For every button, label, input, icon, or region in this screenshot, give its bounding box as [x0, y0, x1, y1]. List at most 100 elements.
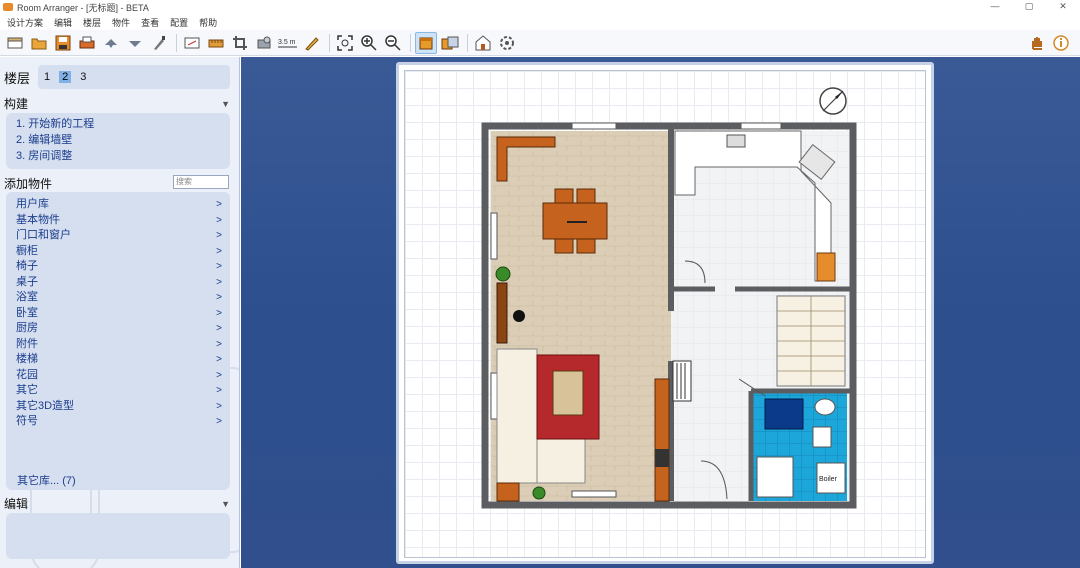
chair[interactable]	[576, 238, 596, 254]
new-file-icon[interactable]	[4, 32, 26, 54]
object-category-bedroom[interactable]: 卧室 >	[6, 306, 230, 322]
pencil-icon[interactable]	[301, 32, 323, 54]
plant-icon[interactable]	[532, 486, 546, 500]
menu-config[interactable]: 配置	[170, 16, 188, 29]
minimize-button[interactable]: —	[978, 0, 1012, 14]
menu-object[interactable]: 物件	[112, 16, 130, 29]
menu-design[interactable]: 设计方案	[7, 16, 43, 29]
title-bar: Room Arranger - [无标题] - BETA — ▢ ✕	[0, 0, 1080, 14]
view-3d-icon[interactable]	[439, 32, 461, 54]
compass-icon[interactable]	[819, 87, 847, 115]
object-category-accessories[interactable]: 附件 >	[6, 337, 230, 353]
coffee-table[interactable]	[552, 370, 584, 416]
build-item-room-adjust[interactable]: 3. 房间调整	[6, 148, 230, 164]
object-category-doors-windows[interactable]: 门口和窗户 >	[6, 228, 230, 244]
window[interactable]	[571, 490, 617, 498]
measure-icon[interactable]	[205, 32, 227, 54]
shelf[interactable]	[654, 378, 670, 502]
stove[interactable]	[726, 134, 746, 148]
object-category-basic[interactable]: 基本物件 >	[6, 213, 230, 229]
collapse-arrow-icon[interactable]: ▼	[221, 99, 230, 109]
object-category-cabinets[interactable]: 橱柜 >	[6, 244, 230, 260]
other-libraries-link[interactable]: 其它库... (7)	[17, 472, 76, 488]
object-category-kitchen[interactable]: 厨房 >	[6, 321, 230, 337]
object-category-label: 卧室	[16, 306, 38, 319]
floor-tab-3[interactable]: 3	[80, 71, 86, 83]
crop-icon[interactable]	[229, 32, 251, 54]
view-2d-icon[interactable]	[415, 31, 437, 54]
redo-icon[interactable]	[124, 32, 146, 54]
chair[interactable]	[554, 188, 574, 204]
build-item-new-project[interactable]: 1. 开始新的工程	[6, 116, 230, 132]
dimension-icon[interactable]: 3.5 m	[277, 32, 299, 54]
shower[interactable]	[756, 456, 794, 498]
chevron-right-icon: >	[216, 214, 222, 226]
window[interactable]	[490, 212, 498, 260]
edit-header[interactable]: 编辑 ▼	[4, 495, 230, 512]
object-icon[interactable]	[253, 32, 275, 54]
object-category-other-3d[interactable]: 其它3D造型 >	[6, 399, 230, 415]
resize-project-icon[interactable]	[181, 32, 203, 54]
save-icon[interactable]	[52, 32, 74, 54]
maximize-button[interactable]: ▢	[1012, 0, 1046, 14]
menu-help[interactable]: 帮助	[199, 16, 217, 29]
print-icon[interactable]	[76, 32, 98, 54]
sofa[interactable]	[496, 348, 538, 484]
lamp-icon[interactable]	[513, 310, 525, 322]
object-category-bathroom[interactable]: 浴室 >	[6, 290, 230, 306]
object-category-user-library[interactable]: 用户库 >	[6, 197, 230, 213]
zoom-fit-icon[interactable]	[334, 32, 356, 54]
washbasin[interactable]	[812, 426, 832, 448]
object-category-symbols[interactable]: 符号 >	[6, 414, 230, 430]
floor-tab-1[interactable]: 1	[44, 71, 50, 83]
object-category-label: 其它	[16, 384, 38, 396]
menu-view[interactable]: 查看	[141, 16, 159, 29]
toolbar-separator	[410, 33, 411, 52]
object-category-garden[interactable]: 花园 >	[6, 368, 230, 384]
chevron-right-icon: >	[216, 230, 222, 241]
floor-plan[interactable]: Boiler	[405, 71, 927, 559]
settings-icon[interactable]	[496, 32, 518, 54]
fireplace[interactable]	[655, 449, 669, 467]
toolbar-separator	[329, 33, 330, 52]
window[interactable]	[571, 122, 617, 130]
armchair[interactable]	[536, 438, 586, 484]
window[interactable]	[490, 372, 498, 420]
canvas-area[interactable]: Boiler	[241, 57, 1080, 568]
floor-label: 楼层	[4, 70, 31, 86]
chair[interactable]	[576, 188, 596, 204]
cabinet-orange[interactable]	[816, 252, 836, 282]
floor-tab-2[interactable]: 2	[59, 71, 72, 83]
collapse-arrow-icon[interactable]: ▼	[221, 499, 230, 509]
floor-selector: 楼层 1 2 3	[4, 63, 230, 91]
build-header[interactable]: 构建 ▼	[4, 95, 230, 112]
toilet[interactable]	[814, 398, 836, 416]
side-table[interactable]	[496, 482, 520, 502]
object-category-chairs[interactable]: 椅子 >	[6, 259, 230, 275]
zoom-out-icon[interactable]	[382, 32, 404, 54]
plant-icon[interactable]	[495, 266, 511, 282]
info-icon[interactable]	[1050, 32, 1072, 54]
bathtub[interactable]	[764, 398, 804, 430]
tv-cabinet[interactable]	[496, 282, 508, 344]
radiator[interactable]	[672, 360, 692, 402]
hand-icon[interactable]	[1026, 32, 1048, 54]
object-category-label: 其它3D造型	[16, 399, 75, 412]
menu-floor[interactable]: 楼层	[83, 16, 101, 29]
zoom-in-icon[interactable]	[358, 32, 380, 54]
house-3d-icon[interactable]	[472, 32, 494, 54]
paint-brush-icon[interactable]	[148, 32, 170, 54]
open-folder-icon[interactable]	[28, 32, 50, 54]
undo-icon[interactable]	[100, 32, 122, 54]
build-item-edit-walls[interactable]: 2. 编辑墙壁	[6, 132, 230, 148]
object-search-input[interactable]: 搜索	[173, 175, 229, 189]
object-category-stairs[interactable]: 楼梯 >	[6, 352, 230, 368]
object-category-other[interactable]: 其它 >	[6, 383, 230, 399]
toolbar: 3.5 m	[0, 30, 1080, 56]
object-category-tables[interactable]: 桌子 >	[6, 275, 230, 291]
menu-edit[interactable]: 编辑	[54, 16, 72, 29]
floor-plan-grid[interactable]: Boiler	[404, 70, 926, 558]
chair[interactable]	[554, 238, 574, 254]
window[interactable]	[740, 122, 782, 130]
close-button[interactable]: ✕	[1046, 0, 1080, 14]
